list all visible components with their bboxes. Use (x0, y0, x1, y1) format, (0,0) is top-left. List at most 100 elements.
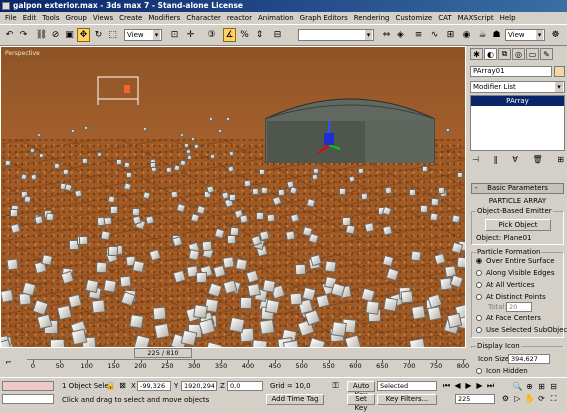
menu-cat[interactable]: CAT (435, 14, 454, 22)
percent-snap-icon[interactable]: % (238, 28, 251, 42)
make-unique-icon[interactable]: ∀ (512, 155, 517, 167)
menu-animation[interactable]: Animation (255, 14, 297, 22)
zoom-icon[interactable]: 🔍 (512, 382, 523, 392)
menu-create[interactable]: Create (116, 14, 145, 22)
render-last-icon[interactable]: ☸ (549, 28, 562, 42)
radio-at-distinct-points[interactable]: At Distinct Points (476, 293, 546, 301)
play-icon[interactable]: ▶ (463, 381, 474, 391)
coord-system-dropdown[interactable]: View (124, 29, 162, 41)
undo-icon[interactable]: ↶ (3, 28, 16, 42)
angle-snap-icon[interactable]: ∡ (223, 28, 236, 42)
auto-key-button[interactable]: Auto Key (347, 381, 375, 399)
key-mode-dropdown[interactable]: Selected (377, 381, 437, 391)
render-scene-icon[interactable]: ☕ (476, 28, 489, 42)
menu-group[interactable]: Group (63, 14, 90, 22)
scale-icon[interactable]: ⬚ (106, 28, 119, 42)
total-spinner[interactable]: 20 (506, 302, 532, 312)
menu-rendering[interactable]: Rendering (351, 14, 393, 22)
pick-object-button[interactable]: Pick Object (485, 219, 551, 231)
goto-end-icon[interactable]: ⏭ (485, 381, 496, 391)
zoom-extents-icon[interactable]: ⊞ (536, 382, 547, 392)
current-frame-field[interactable]: 225 (455, 394, 495, 404)
quick-render-icon[interactable]: ☗ (490, 28, 503, 42)
perspective-viewport[interactable]: Perspective (0, 46, 466, 348)
next-frame-icon[interactable]: ▶ (474, 381, 485, 391)
lock-selection-icon[interactable]: 🔒 (105, 381, 116, 391)
goto-start-icon[interactable]: ⏮ (441, 381, 452, 391)
absolute-mode-icon[interactable]: ⊠ (117, 381, 128, 391)
layer-manager-icon[interactable]: ≡ (412, 28, 425, 42)
schematic-view-icon[interactable]: ⊞ (444, 28, 457, 42)
select-manipulate-icon[interactable]: ✛ (184, 28, 197, 42)
menu-help[interactable]: Help (497, 14, 519, 22)
radio-at-all-vertices[interactable]: At All Vertices (476, 281, 534, 289)
set-key-icon[interactable]: ⚿ (330, 381, 341, 391)
pivot-icon[interactable]: ⊡ (168, 28, 181, 42)
modify-tab-icon[interactable]: ◐ (484, 48, 497, 60)
icon-size-spinner[interactable]: 394,627 (508, 354, 550, 364)
snap-icon[interactable]: ③ (205, 28, 218, 42)
add-time-tag-button[interactable]: Add Time Tag (266, 394, 324, 405)
menu-maxscript[interactable]: MAXScript (455, 14, 497, 22)
zoom-extents-all-icon[interactable]: ⊟ (548, 382, 559, 392)
motion-tab-icon[interactable]: ◎ (512, 48, 525, 60)
menu-customize[interactable]: Customize (392, 14, 435, 22)
unlink-icon[interactable]: ⊘ (49, 28, 62, 42)
curve-editor-icon[interactable]: ∿ (428, 28, 441, 42)
utilities-tab-icon[interactable]: ✎ (540, 48, 553, 60)
menu-reactor[interactable]: reactor (224, 14, 255, 22)
y-coordinate-field[interactable]: 1920,294 (181, 381, 217, 391)
rotate-icon[interactable]: ↻ (92, 28, 105, 42)
menu-character[interactable]: Character (183, 14, 224, 22)
menu-modifiers[interactable]: Modifiers (145, 14, 183, 22)
pan-icon[interactable]: ✋ (524, 394, 535, 404)
select-object-icon[interactable]: ▣ (63, 28, 76, 42)
hierarchy-tab-icon[interactable]: ⧉ (498, 48, 511, 60)
material-editor-icon[interactable]: ◉ (460, 28, 473, 42)
zoom-all-icon[interactable]: ⊕ (524, 382, 535, 392)
arc-rotate-icon[interactable]: ⟳ (536, 394, 547, 404)
menu-edit[interactable]: Edit (20, 14, 40, 22)
radio-at-face-centers[interactable]: At Face Centers (476, 314, 541, 322)
align-icon[interactable]: ◈ (394, 28, 407, 42)
fov-icon[interactable]: ▷ (512, 394, 523, 404)
menu-views[interactable]: Views (90, 14, 116, 22)
menu-tools[interactable]: Tools (39, 14, 62, 22)
set-key-button[interactable]: Set Key (347, 394, 375, 412)
radio-along-visible-edges[interactable]: Along Visible Edges (476, 269, 554, 277)
time-config-icon[interactable]: ⚙ (500, 394, 511, 404)
object-color-swatch[interactable] (554, 66, 565, 77)
radio-over-entire-surface[interactable]: Over Entire Surface (476, 257, 555, 265)
select-move-icon[interactable]: ✥ (77, 28, 90, 42)
create-tab-icon[interactable]: ✱ (470, 48, 483, 60)
select-link-icon[interactable]: ⛓ (35, 28, 48, 42)
remove-modifier-icon[interactable]: 🗑 (532, 155, 542, 167)
key-filters-button[interactable]: Key Filters... (377, 394, 437, 405)
maxscript-output-field[interactable] (2, 394, 54, 404)
icon-hidden-checkbox[interactable]: Icon Hidden (476, 367, 528, 375)
maxscript-listener-field[interactable] (2, 381, 54, 391)
timeline-ruler[interactable]: 0 50 100 150 200 250 300 350 400 450 500 550 600 650 7… (27, 359, 469, 371)
menu-file[interactable]: File (2, 14, 20, 22)
basic-parameters-rollout[interactable]: Basic Parameters (471, 183, 564, 194)
render-type-dropdown[interactable]: View (505, 29, 545, 41)
expand-track-icon[interactable]: ⌐ (3, 358, 14, 368)
mirror-icon[interactable]: ⇔ (380, 28, 393, 42)
use-subobjects-checkbox[interactable]: Use Selected SubObjects (476, 326, 567, 334)
modifier-list-dropdown[interactable]: Modifier List (470, 81, 565, 93)
configure-sets-icon[interactable]: ⊞ (557, 155, 564, 167)
z-coordinate-field[interactable]: 0,0 (227, 381, 263, 391)
display-tab-icon[interactable]: ▭ (526, 48, 539, 60)
named-selection-icon[interactable]: ⊟ (271, 28, 284, 42)
modifier-stack[interactable]: PArray (470, 95, 565, 151)
show-end-result-icon[interactable]: ‖ (494, 155, 498, 167)
prev-frame-icon[interactable]: ◀ (452, 381, 463, 391)
pin-stack-icon[interactable]: ⊣ (472, 155, 479, 167)
menu-graph-editors[interactable]: Graph Editors (297, 14, 351, 22)
time-slider[interactable]: 225 / 810 (134, 348, 192, 358)
named-selection-dropdown[interactable] (298, 29, 374, 41)
redo-icon[interactable]: ↷ (17, 28, 30, 42)
x-coordinate-field[interactable]: -99,326 (137, 381, 171, 391)
stack-item-parray[interactable]: PArray (471, 96, 564, 106)
spinner-snap-icon[interactable]: ⇕ (253, 28, 266, 42)
